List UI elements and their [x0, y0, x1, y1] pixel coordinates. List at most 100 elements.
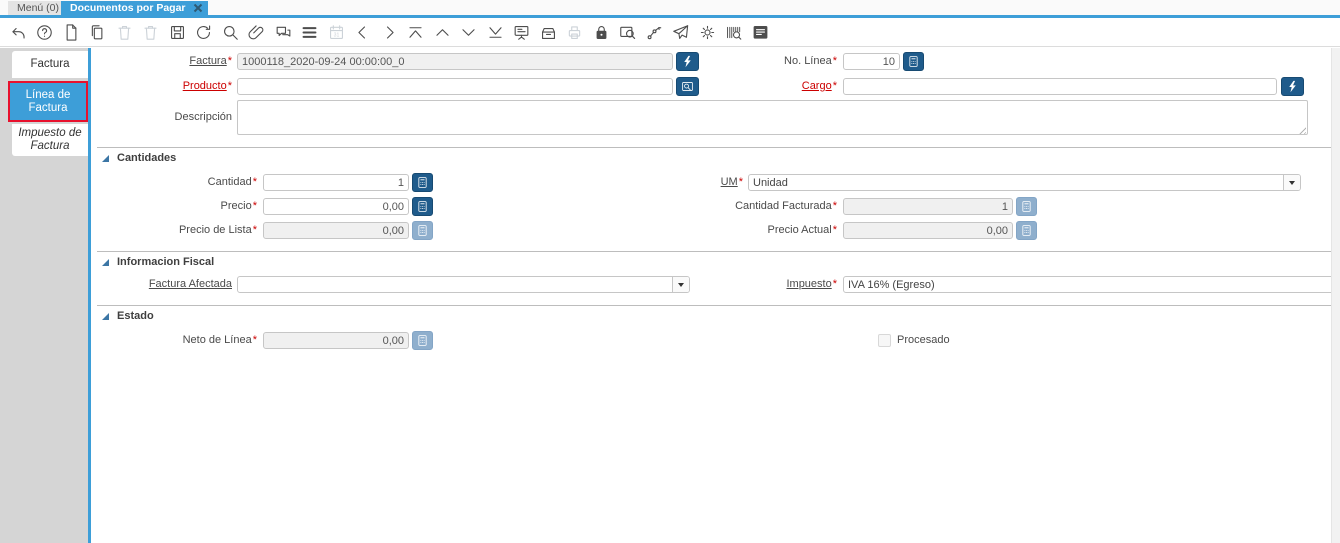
no-linea-input[interactable]	[843, 53, 900, 70]
lightning-icon	[1289, 80, 1296, 93]
sidebar-tab-linea-de-factura[interactable]: Línea de Factura	[8, 81, 88, 122]
delete-record-icon	[111, 19, 138, 45]
first-record-icon[interactable]	[403, 19, 430, 45]
no-linea-label: No. Línea*	[784, 55, 837, 67]
required-marker: *	[252, 334, 257, 346]
producto-label[interactable]: Producto*	[91, 77, 232, 96]
last-record-icon[interactable]	[482, 19, 509, 45]
descripcion-textarea[interactable]	[237, 100, 1308, 135]
chevron-down-icon	[1289, 180, 1295, 185]
section-header-estado[interactable]: Estado	[97, 305, 1331, 324]
precio-label: Precio*	[220, 200, 257, 212]
precio-actual-input	[843, 222, 1013, 239]
sidebar-tab-factura[interactable]: Factura	[12, 51, 88, 78]
um-label[interactable]: UM*	[591, 173, 743, 192]
tab-documentos-por-pagar[interactable]: Documentos por Pagar	[61, 1, 208, 15]
svg-text:31: 31	[333, 32, 339, 38]
neto-de-linea-label: Neto de Línea*	[182, 334, 257, 346]
previous-record-icon[interactable]	[429, 19, 456, 45]
next-record-icon[interactable]	[456, 19, 483, 45]
neto-de-linea-input	[263, 332, 409, 349]
procesado-label: Procesado	[897, 334, 950, 346]
preferences-icon[interactable]	[694, 19, 721, 45]
cargo-record-editor-button[interactable]	[1281, 77, 1304, 96]
archive-icon[interactable]	[535, 19, 562, 45]
precio-de-lista-calculator-button	[412, 221, 433, 240]
grid-toggle-icon[interactable]	[297, 19, 324, 45]
factura-input[interactable]	[237, 53, 673, 70]
report-icon[interactable]	[509, 19, 536, 45]
cantidad-input[interactable]	[263, 174, 409, 191]
descripcion-label: Descripción	[174, 111, 232, 123]
required-marker: *	[832, 278, 837, 290]
form-panel: Factura* No. Línea* Producto* Cargo*	[91, 48, 1340, 543]
required-marker: *	[832, 80, 837, 92]
cantidad-calculator-button[interactable]	[412, 173, 433, 192]
producto-input[interactable]	[237, 78, 673, 95]
precio-actual-label: Precio Actual*	[767, 224, 837, 236]
collapse-triangle-icon[interactable]	[102, 312, 109, 320]
factura-afectada-combobox[interactable]	[237, 276, 690, 293]
factura-label[interactable]: Factura*	[91, 52, 232, 71]
no-linea-calculator-button[interactable]	[903, 52, 924, 71]
um-combobox[interactable]: Unidad	[748, 174, 1301, 191]
form-row: Producto* Cargo*	[91, 77, 1340, 96]
help-icon[interactable]	[32, 19, 59, 45]
tab-label: Documentos por Pagar	[70, 2, 186, 14]
copy-record-icon[interactable]	[85, 19, 112, 45]
zoom-across-icon[interactable]	[615, 19, 642, 45]
precio-de-lista-input	[263, 222, 409, 239]
quick-form-icon[interactable]	[747, 19, 774, 45]
send-icon[interactable]	[668, 19, 695, 45]
tab-menu[interactable]: Menú (0)	[8, 1, 69, 15]
delete-selection-icon	[138, 19, 165, 45]
required-marker: *	[227, 55, 232, 67]
form-row: Factura Afectada Impuesto* IVA 16% (Egre…	[91, 275, 1340, 294]
close-tab-icon[interactable]	[192, 2, 204, 14]
precio-calculator-button[interactable]	[412, 197, 433, 216]
form-row: Descripción	[91, 100, 1340, 135]
required-marker: *	[832, 55, 837, 67]
new-record-icon[interactable]	[58, 19, 85, 45]
dropdown-arrow-button[interactable]	[1283, 175, 1300, 190]
detail-record-icon[interactable]	[376, 19, 403, 45]
scrollbar[interactable]	[1331, 48, 1340, 543]
calculator-icon	[418, 177, 427, 188]
factura-afectada-label[interactable]: Factura Afectada	[91, 275, 232, 294]
app-window: Menú (0) Documentos por Pagar 31 Factura…	[0, 0, 1340, 543]
required-marker: *	[252, 224, 257, 236]
chat-icon[interactable]	[270, 19, 297, 45]
precio-input[interactable]	[263, 198, 409, 215]
cargo-input[interactable]	[843, 78, 1277, 95]
dropdown-arrow-button[interactable]	[672, 277, 689, 292]
save-icon[interactable]	[164, 19, 191, 45]
calculator-icon	[418, 201, 427, 212]
undo-icon[interactable]	[5, 19, 32, 45]
find-icon[interactable]	[217, 19, 244, 45]
procesado-checkbox[interactable]	[878, 334, 891, 347]
refresh-icon[interactable]	[191, 19, 218, 45]
impuesto-value: IVA 16% (Egreso)	[848, 278, 935, 291]
collapse-triangle-icon[interactable]	[102, 258, 109, 266]
attachment-icon[interactable]	[244, 19, 271, 45]
cargo-label[interactable]: Cargo*	[691, 77, 837, 96]
collapse-triangle-icon[interactable]	[102, 154, 109, 162]
product-info-icon[interactable]	[721, 19, 748, 45]
impuesto-combobox[interactable]: IVA 16% (Egreso)	[843, 276, 1340, 293]
workflow-icon[interactable]	[641, 19, 668, 45]
form-row: Cantidad* UM* Unidad	[91, 173, 1340, 192]
section-title: Cantidades	[117, 152, 177, 164]
sidebar-tab-impuesto-de-factura[interactable]: Impuesto de Factura	[12, 124, 88, 156]
calendar-icon: 31	[323, 19, 350, 45]
form-row: Precio* Cantidad Facturada*	[91, 197, 1340, 216]
main-area: Factura Línea de Factura Impuesto de Fac…	[0, 48, 1340, 543]
um-value: Unidad	[753, 176, 788, 189]
form-row: Neto de Línea* Procesado	[91, 331, 1340, 350]
lock-icon[interactable]	[588, 19, 615, 45]
parent-record-icon[interactable]	[350, 19, 377, 45]
impuesto-label[interactable]: Impuesto*	[691, 275, 837, 294]
required-marker: *	[832, 224, 837, 236]
cantidad-facturada-input	[843, 198, 1013, 215]
section-header-cantidades[interactable]: Cantidades	[97, 147, 1331, 166]
section-header-informacion-fiscal[interactable]: Informacion Fiscal	[97, 251, 1331, 270]
